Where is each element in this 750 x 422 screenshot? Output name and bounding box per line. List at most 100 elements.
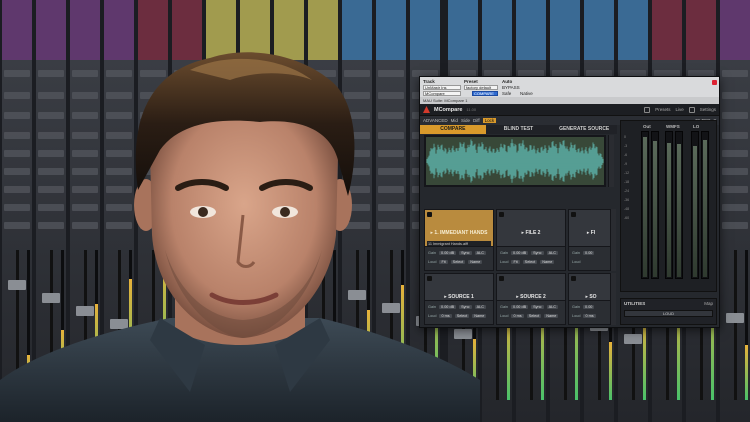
tile-gain-value[interactable]: 0.00: [583, 250, 595, 255]
tile-gain-value[interactable]: 0.00 dB: [439, 250, 457, 255]
strip-button: [722, 222, 748, 229]
tile-select-button[interactable]: Select: [454, 313, 470, 318]
safe-label[interactable]: Safe: [502, 91, 511, 96]
pin-icon[interactable]: [427, 212, 432, 217]
tile-alc-button[interactable]: ALC: [474, 250, 486, 255]
fader-cap: [624, 334, 642, 344]
tile-control-row: Gain 0.00 dB Sync ALC: [500, 304, 562, 309]
tile-control-row: Loud 0 ms Select Name: [428, 313, 490, 318]
tile-control-row: Gain 0.00 dB Sync ALC: [428, 250, 490, 255]
tile-gain-label: Gain: [500, 304, 509, 309]
mode-lock[interactable]: Lock: [482, 118, 497, 123]
tile-name-button[interactable]: Name: [468, 259, 483, 264]
tile-select-button[interactable]: Select: [526, 313, 542, 318]
tile-name: ▸ 1. IMMEDIANT HANDS: [430, 230, 488, 236]
tab-compare[interactable]: COMPARE: [420, 125, 486, 134]
plugin-selector[interactable]: MCompare: [423, 91, 461, 96]
tile-loud-label: Loud: [428, 259, 437, 264]
tile-controls: Gain 0.00 Loud: [569, 246, 613, 270]
strip-meter: [745, 250, 748, 400]
tab-generate-source[interactable]: GENERATE SOURCE: [551, 125, 617, 134]
utilities-title: UTILITIES: [624, 301, 646, 306]
source-tile[interactable]: ▸ FILE 2 Gain 0.00 dB Sync ALC Loud Fit Select N…: [496, 209, 566, 271]
native-label[interactable]: Native: [520, 91, 533, 96]
tile-fit-button[interactable]: 0 ms: [511, 313, 524, 318]
gear-icon[interactable]: [688, 106, 695, 113]
level-meter: [641, 131, 649, 279]
loud-button[interactable]: LOUD: [624, 310, 713, 317]
plugin-toolbar: MCompare 11.00 Presets Live Settings: [420, 104, 719, 116]
meter-scale-tick: -3: [624, 144, 628, 148]
bypass-label[interactable]: BYPASS: [502, 85, 520, 90]
tile-gain-value[interactable]: 0.00 dB: [511, 304, 529, 309]
tile-select-button[interactable]: Select: [450, 259, 466, 264]
tile-alc-button[interactable]: ALC: [546, 250, 558, 255]
close-icon[interactable]: [712, 80, 717, 85]
tile-name-button[interactable]: Name: [472, 313, 487, 318]
mode-side[interactable]: Side: [461, 118, 470, 123]
level-meter-fill: [703, 139, 707, 277]
tile-gain-label: Gain: [428, 250, 437, 255]
level-meter-fill: [643, 136, 647, 277]
mode-mid[interactable]: Mid: [451, 118, 458, 123]
source-tile[interactable]: ▸ SOURCE 1 Gain 0.00 dB Sync ALC Loud 0 ms Sele…: [424, 273, 494, 325]
tile-sync-button[interactable]: Sync: [459, 250, 472, 255]
tile-alc-button[interactable]: ALC: [546, 304, 558, 309]
tile-gain-value[interactable]: 0.00 dB: [439, 304, 457, 309]
tile-controls: Gain 0.00 dB Sync ALC Loud Fit Select Name: [425, 246, 493, 270]
tile-controls: Gain 0.00 dB Sync ALC Loud 0 ms Select Name: [497, 300, 565, 324]
source-tile[interactable]: ▸ SOURCE 2 Gain 0.00 dB Sync ALC Loud 0 ms Sele…: [496, 273, 566, 325]
advanced-button[interactable]: ADVANCED: [423, 118, 448, 123]
tile-name-button[interactable]: Name: [544, 313, 559, 318]
pin-icon[interactable]: [571, 212, 576, 217]
tile-fit-button[interactable]: 0 ms: [583, 313, 596, 318]
compare-button[interactable]: COMPARE: [472, 91, 498, 96]
tile-gain-value[interactable]: 0.00 dB: [511, 250, 529, 255]
source-tile[interactable]: ▸ FI Gain 0.00 Loud: [568, 209, 614, 271]
level-meter: [675, 131, 683, 279]
settings-button[interactable]: Settings: [700, 107, 716, 112]
tile-fit-button[interactable]: Fit: [439, 259, 448, 264]
tile-controls: Gain 0.00 dB Sync ALC Loud 0 ms Select Name: [425, 300, 493, 324]
tile-gain-label: Gain: [428, 304, 437, 309]
level-meter-fill: [693, 145, 697, 277]
source-tile[interactable]: ▸ 1. IMMEDIANT HANDS 11 Immigrant Hands.a…: [424, 209, 494, 271]
tile-row-sources: ▸ SOURCE 1 Gain 0.00 dB Sync ALC Loud 0 ms Sele…: [424, 273, 616, 325]
meter-scale-tick: -6: [624, 153, 628, 157]
map-button[interactable]: Map: [704, 301, 713, 306]
pin-icon[interactable]: [571, 276, 576, 281]
meter-scale-tick: -12: [624, 171, 630, 175]
waveform-scrollbar[interactable]: [608, 135, 614, 187]
mode-diff[interactable]: Diff: [473, 118, 480, 123]
pin-icon[interactable]: [499, 276, 504, 281]
tile-name: ▸ FILE 2: [521, 230, 541, 236]
pin-icon[interactable]: [499, 212, 504, 217]
meter-label-wmfs: WMFS: [666, 124, 680, 129]
tile-alc-button[interactable]: ALC: [474, 304, 486, 309]
tile-select-button[interactable]: Select: [522, 259, 538, 264]
level-meter-fill: [667, 142, 671, 277]
presets-icon[interactable]: [644, 106, 651, 113]
tile-gain-label: Gain: [572, 304, 581, 309]
presets-button[interactable]: Presets: [655, 107, 670, 112]
tile-sync-button[interactable]: Sync: [531, 250, 544, 255]
strip-button: [722, 112, 748, 119]
tile-fit-button[interactable]: Fit: [511, 259, 520, 264]
tab-blind-test[interactable]: BLIND TEST: [486, 125, 552, 134]
tile-gain-value[interactable]: 0.00: [583, 304, 595, 309]
track-selector[interactable]: UnMastr Ins: [423, 85, 461, 90]
tile-sync-button[interactable]: Sync: [459, 304, 472, 309]
pin-icon[interactable]: [427, 276, 432, 281]
source-tile[interactable]: ▸ SO Gain 0.00 Loud 0 ms: [568, 273, 614, 325]
meter-scale-tick: -60: [624, 216, 630, 220]
tile-sync-button[interactable]: Sync: [531, 304, 544, 309]
preset-selector[interactable]: factory default: [464, 85, 498, 90]
waveform-display[interactable]: [424, 135, 606, 187]
tile-name-button[interactable]: Name: [540, 259, 555, 264]
tile-fit-button[interactable]: 0 ms: [439, 313, 452, 318]
meter-scale-tick: 0: [624, 135, 626, 139]
live-button[interactable]: Live: [675, 107, 683, 112]
tiles-scrollbar[interactable]: [610, 273, 616, 325]
tiles-scrollbar[interactable]: [610, 209, 616, 271]
tile-control-row: Gain 0.00 dB Sync ALC: [428, 304, 490, 309]
